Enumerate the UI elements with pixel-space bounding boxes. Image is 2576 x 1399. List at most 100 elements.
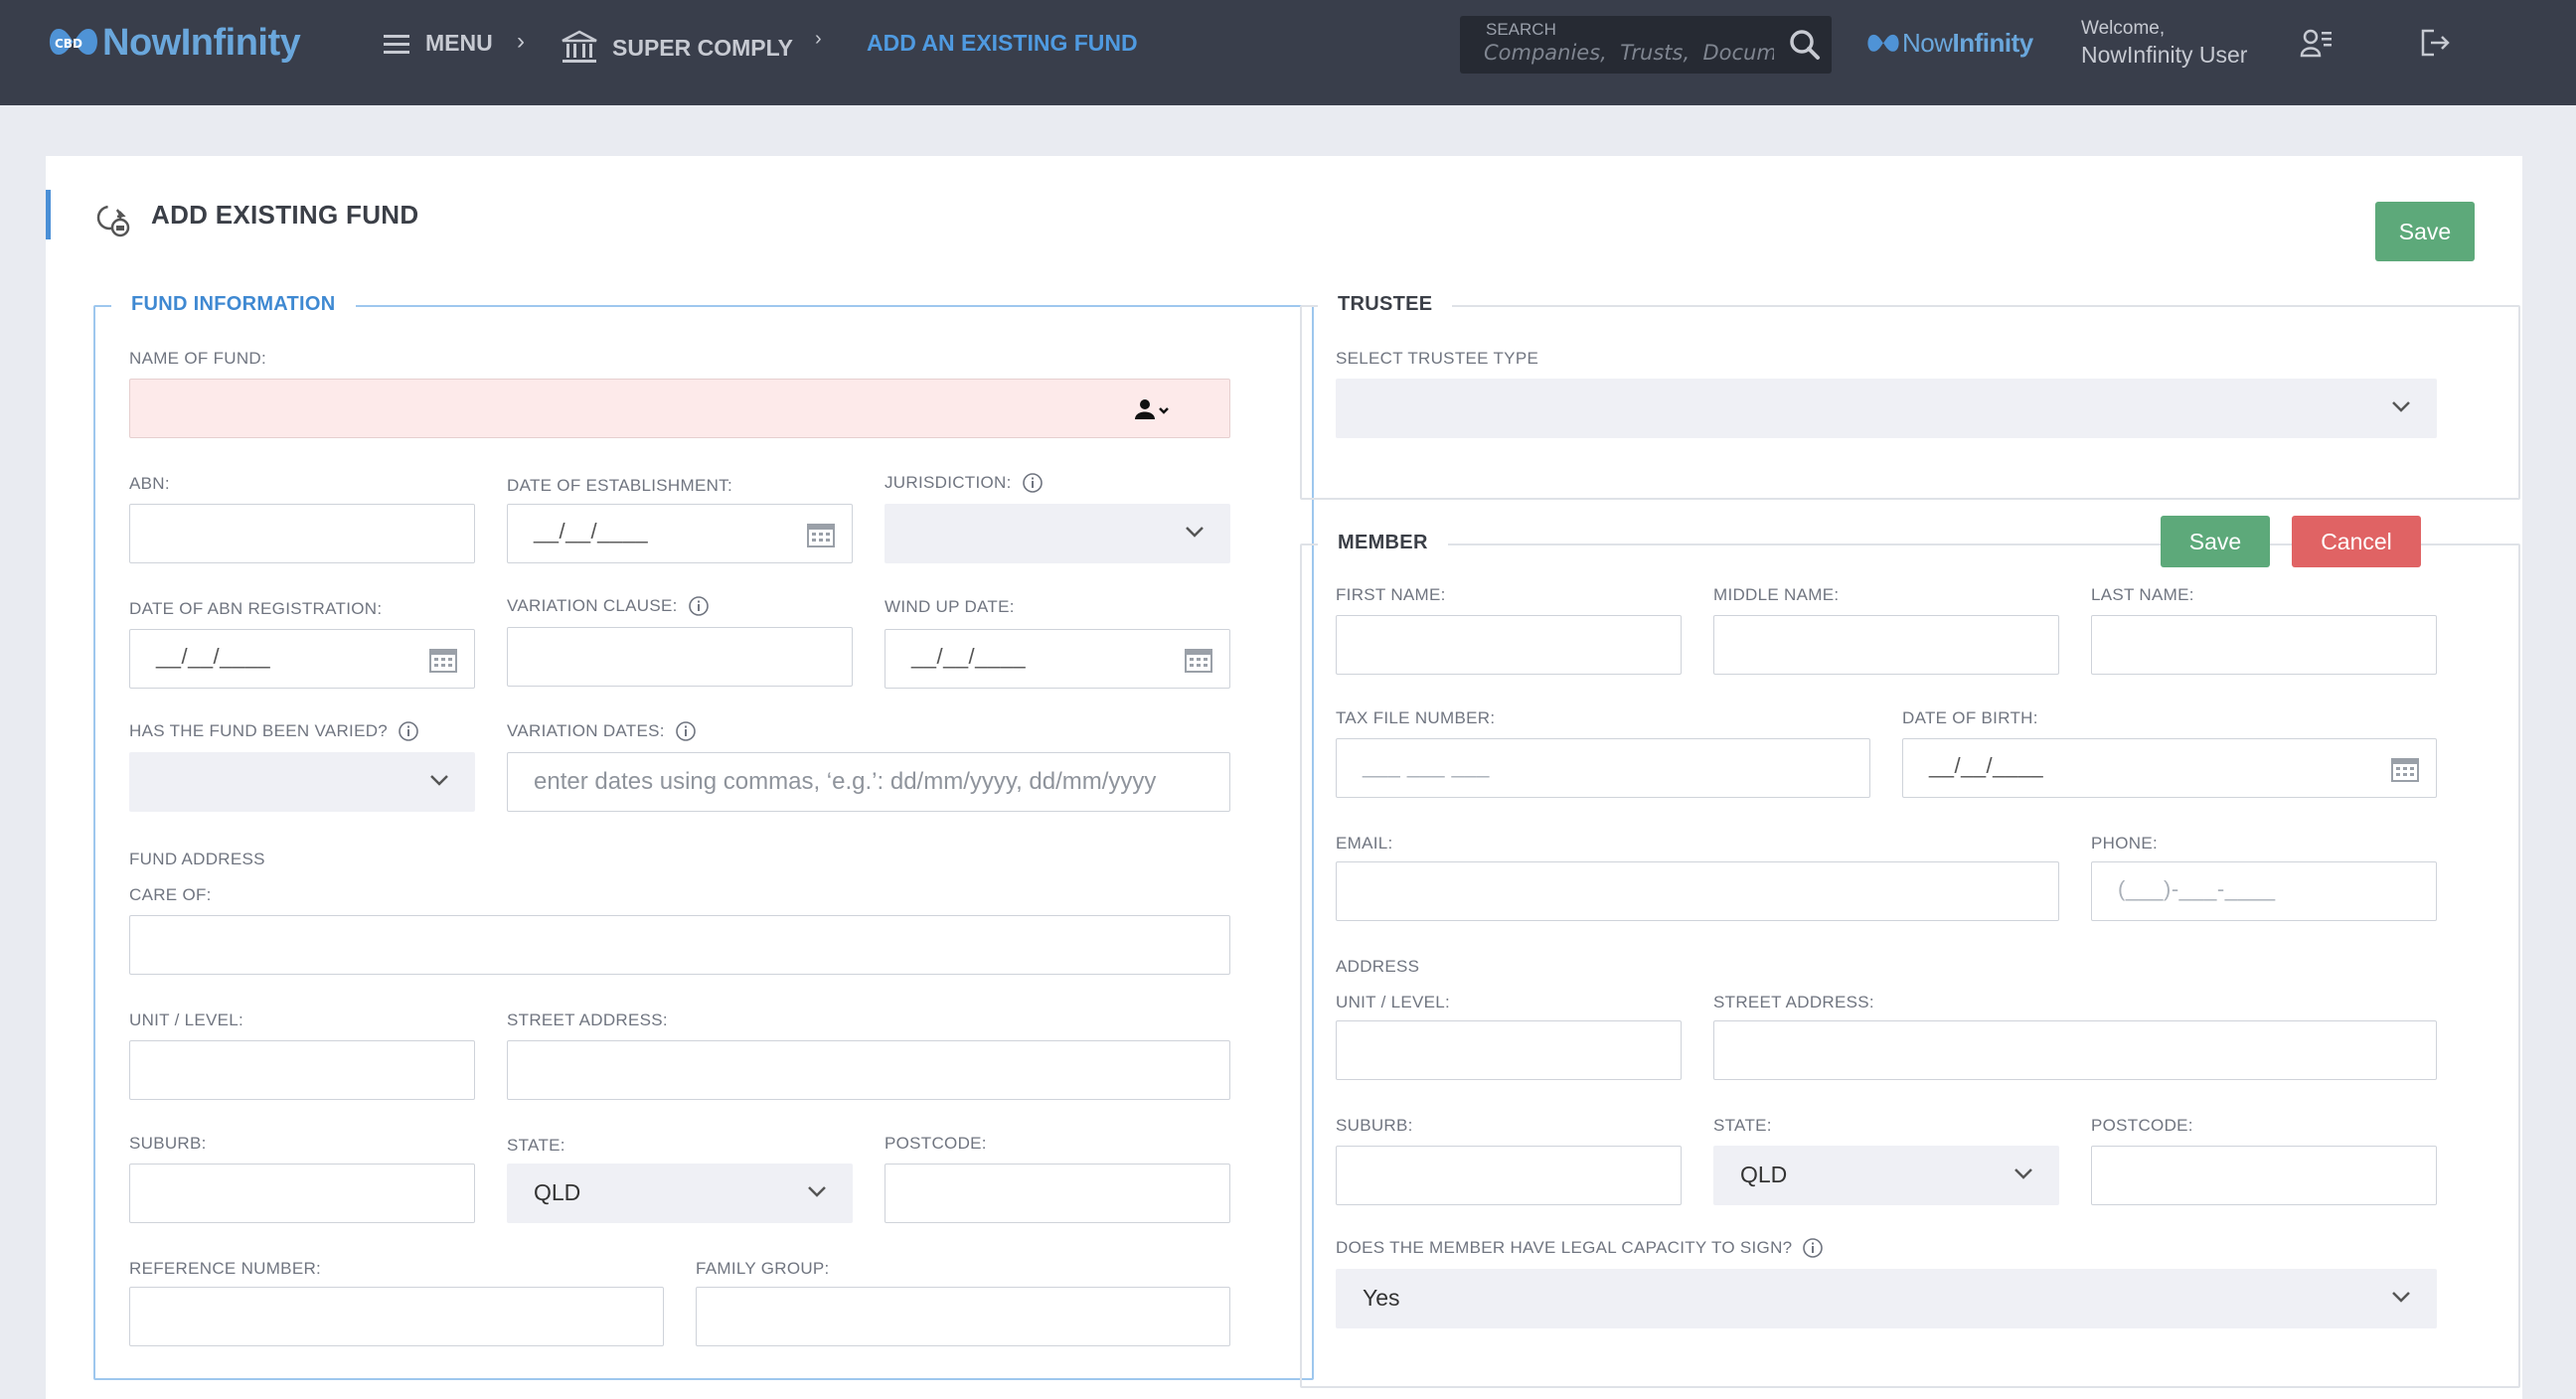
middle-name-field[interactable] [1713, 615, 2059, 675]
care-of-field[interactable] [129, 915, 1230, 975]
name-of-fund-label: NAME OF FUND: [129, 349, 267, 368]
nowinfinity-logo[interactable]: CBD NowInfinity [45, 18, 301, 68]
middle-name-input[interactable] [1714, 616, 2058, 674]
save-button[interactable]: Save [2375, 202, 2475, 261]
member-postcode-input[interactable] [2092, 1147, 2436, 1204]
email-input[interactable] [1337, 862, 2058, 920]
family-group-field[interactable] [696, 1287, 1230, 1346]
member-save-button[interactable]: Save [2161, 516, 2270, 567]
infinity-logo-icon [1867, 34, 1899, 52]
last-name-field[interactable] [2091, 615, 2437, 675]
variation-dates-label-row: VARIATION DATES: [507, 720, 697, 742]
member-state-select[interactable]: QLD [1713, 1146, 2059, 1205]
info-icon[interactable] [1022, 472, 1044, 494]
legal-capacity-value: Yes [1363, 1285, 1400, 1311]
date-mask: __/__/____ [1929, 753, 2044, 778]
name-of-fund-input[interactable] [130, 380, 1229, 437]
info-icon[interactable] [398, 720, 419, 742]
suburb-input[interactable] [130, 1165, 474, 1222]
member-panel: MEMBER Save Cancel FIRST NAME: MIDDLE NA… [1300, 516, 2520, 1388]
suburb-field[interactable] [129, 1164, 475, 1223]
info-icon[interactable] [1802, 1237, 1824, 1259]
date-of-birth-field[interactable]: __/__/____ [1902, 738, 2437, 798]
chevron-down-icon [808, 1186, 826, 1197]
last-name-input[interactable] [2092, 616, 2436, 674]
chevron-down-icon [2392, 401, 2410, 412]
member-street-address-input[interactable] [1714, 1021, 2436, 1079]
date-of-establishment-label: DATE OF ESTABLISHMENT: [507, 476, 733, 495]
chevron-down-icon [2014, 1168, 2032, 1179]
date-abn-registration-field[interactable]: __/__/____ [129, 629, 475, 689]
tax-file-number-field[interactable]: ___ ___ ___ [1336, 738, 1870, 798]
suburb-label: SUBURB: [129, 1134, 207, 1153]
last-name-label: LAST NAME: [2091, 585, 2194, 604]
calendar-icon[interactable] [806, 521, 836, 548]
unit-level-field[interactable] [129, 1040, 475, 1100]
name-of-fund-field[interactable] [129, 379, 1230, 438]
calendar-icon[interactable] [2390, 755, 2420, 783]
street-address-field[interactable] [507, 1040, 1230, 1100]
first-name-field[interactable] [1336, 615, 1682, 675]
date-mask: __/__/____ [911, 644, 1027, 669]
reference-number-input[interactable] [130, 1288, 663, 1345]
phone-label: PHONE: [2091, 834, 2158, 853]
address-heading: ADDRESS [1336, 957, 1420, 976]
reference-number-field[interactable] [129, 1287, 664, 1346]
top-navigation-bar: CBD NowInfinity MENU › SUPER COMPLY › AD… [0, 0, 2576, 105]
contact-lookup-icon[interactable] [1134, 397, 1174, 421]
search-icon[interactable] [1788, 28, 1822, 62]
member-unit-level-field[interactable] [1336, 1020, 1682, 1080]
wind-up-date-field[interactable]: __/__/____ [885, 629, 1230, 689]
member-suburb-field[interactable] [1336, 1146, 1682, 1205]
member-cancel-button[interactable]: Cancel [2292, 516, 2421, 567]
date-of-establishment-field[interactable]: __/__/____ [507, 504, 853, 563]
care-of-input[interactable] [130, 916, 1229, 974]
street-address-input[interactable] [508, 1041, 1229, 1099]
trustee-type-select[interactable] [1336, 379, 2437, 438]
phone-field[interactable]: (___)-___-____ [2091, 861, 2437, 921]
menu-button[interactable]: MENU [382, 30, 493, 57]
info-icon[interactable] [688, 595, 710, 617]
postcode-field[interactable] [885, 1164, 1230, 1223]
unit-level-label: UNIT / LEVEL: [129, 1010, 244, 1029]
state-select[interactable]: QLD [507, 1164, 853, 1223]
email-label: EMAIL: [1336, 834, 1393, 853]
tax-file-number-label: TAX FILE NUMBER: [1336, 708, 1496, 727]
first-name-input[interactable] [1337, 616, 1681, 674]
logo-text-now: Now [1902, 28, 1953, 58]
user-profile-icon[interactable] [2300, 28, 2334, 60]
reference-number-label: REFERENCE NUMBER: [129, 1259, 322, 1278]
care-of-label: CARE OF: [129, 885, 212, 904]
variation-clause-field[interactable] [507, 627, 853, 687]
unit-level-input[interactable] [130, 1041, 474, 1099]
member-suburb-input[interactable] [1337, 1147, 1681, 1204]
member-postcode-field[interactable] [2091, 1146, 2437, 1205]
search-input[interactable] [1484, 38, 1774, 68]
email-field[interactable] [1336, 861, 2059, 921]
legal-capacity-select[interactable]: Yes [1336, 1269, 2437, 1328]
date-abn-registration-label: DATE OF ABN REGISTRATION: [129, 599, 383, 618]
postcode-input[interactable] [886, 1165, 1229, 1222]
jurisdiction-select[interactable] [885, 504, 1230, 563]
chevron-down-icon [2392, 1292, 2410, 1303]
abn-input[interactable] [130, 505, 474, 562]
variation-dates-field[interactable] [507, 752, 1230, 812]
family-group-input[interactable] [697, 1288, 1229, 1345]
variation-dates-input[interactable] [508, 753, 1229, 811]
abn-field[interactable] [129, 504, 475, 563]
breadcrumb-super-comply[interactable]: SUPER COMPLY [561, 30, 793, 66]
logout-icon[interactable] [2420, 28, 2452, 58]
fund-information-panel: FUND INFORMATION NAME OF FUND: ABN: DATE… [93, 293, 1314, 1380]
logo-text-infinity: Infinity [1952, 28, 2034, 58]
member-unit-level-input[interactable] [1337, 1021, 1681, 1079]
calendar-icon[interactable] [1184, 646, 1213, 674]
member-street-address-field[interactable] [1713, 1020, 2437, 1080]
chevron-right-icon: › [517, 28, 525, 55]
fund-varied-select[interactable] [129, 752, 475, 812]
wind-up-date-label: WIND UP DATE: [885, 597, 1015, 616]
info-icon[interactable] [675, 720, 697, 742]
variation-clause-input[interactable] [508, 628, 852, 686]
street-address-label: STREET ADDRESS: [507, 1010, 668, 1029]
user-name: NowInfinity User [2081, 42, 2248, 68]
calendar-icon[interactable] [428, 646, 458, 674]
